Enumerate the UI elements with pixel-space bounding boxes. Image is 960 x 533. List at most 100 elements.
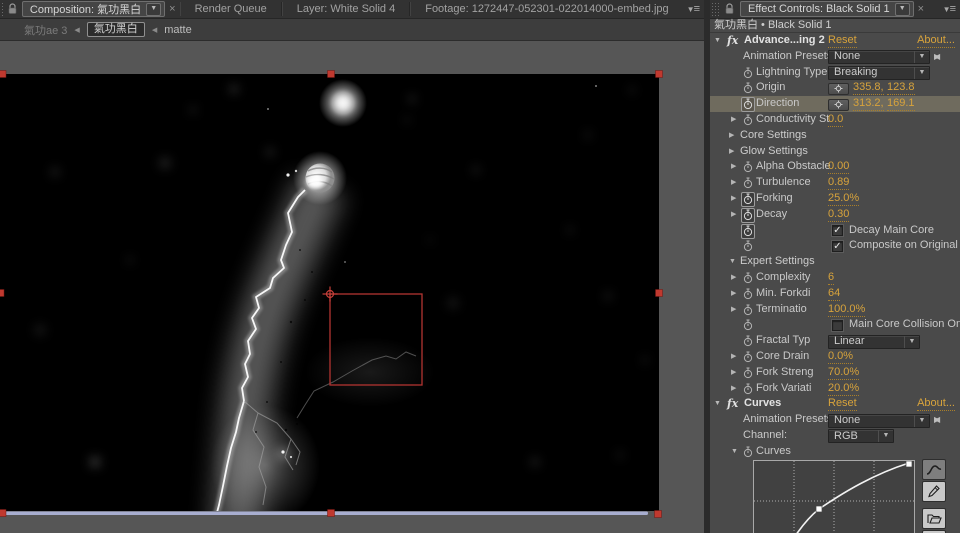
comp-breadcrumb: 氣功ae 3 ◀ 氣功黑白 ◀ matte xyxy=(0,19,704,41)
curve-control-point[interactable] xyxy=(816,506,822,512)
property-label: Turbulence xyxy=(756,175,811,191)
tab-dropdown-icon[interactable]: ▼ xyxy=(146,3,161,16)
expand-icon[interactable]: ▶ xyxy=(731,159,736,175)
property-value[interactable]: 0.0 xyxy=(828,113,843,127)
curves-editor xyxy=(710,459,960,533)
tab-close-icon[interactable]: × xyxy=(169,2,175,16)
tab-dropdown-icon[interactable]: ▼ xyxy=(895,3,910,16)
origin-x-value[interactable]: 335.8, xyxy=(853,81,884,95)
lightning-ball xyxy=(293,151,347,205)
curve-end-point[interactable] xyxy=(906,461,912,467)
dropdown-arrow-icon: ▼ xyxy=(914,51,929,63)
lock-icon[interactable] xyxy=(722,2,736,16)
effect-point-button[interactable] xyxy=(828,99,849,111)
expand-icon[interactable]: ▶ xyxy=(729,144,734,160)
lock-icon[interactable] xyxy=(7,2,18,16)
collapse-icon[interactable]: ▼ xyxy=(731,444,738,460)
tab-effect-controls[interactable]: Effect Controls: Black Solid 1 ▼ xyxy=(740,1,914,17)
property-value[interactable]: 0.30 xyxy=(828,208,849,222)
channel-label: Channel: xyxy=(743,428,787,444)
effect-point-button[interactable] xyxy=(828,83,849,95)
effect-name[interactable]: Advance...ing 2 xyxy=(744,33,825,49)
effect-name[interactable]: Curves xyxy=(744,396,781,412)
animation-presets-dropdown[interactable]: None▼ xyxy=(828,414,930,428)
group-core-settings[interactable]: ▶ Core Settings xyxy=(710,128,960,144)
origin-y-value[interactable]: 123.8 xyxy=(887,81,915,95)
channel-dropdown[interactable]: RGB▼ xyxy=(828,429,894,443)
panel-menu-icon[interactable]: ▼≡ xyxy=(939,3,960,15)
direction-x-value[interactable]: 313.2, xyxy=(853,97,884,111)
row-forking: ▶ Forking 25.0% xyxy=(710,191,960,207)
effect-header-curves[interactable]: ▼ fx Curves Reset About... xyxy=(710,396,960,412)
fx-tabbar: Effect Controls: Black Solid 1 ▼ × ▼≡ xyxy=(710,0,960,19)
property-value[interactable]: 6 xyxy=(828,271,834,285)
expand-icon[interactable]: ▶ xyxy=(731,207,736,223)
breadcrumb-current-comp[interactable]: 氣功黑白 xyxy=(87,22,145,37)
animation-presets-dropdown[interactable]: None▼ xyxy=(828,50,930,64)
row-decay: ▶ Decay 0.30 xyxy=(710,207,960,223)
expand-icon[interactable]: ▶ xyxy=(731,349,736,365)
reset-link[interactable]: Reset xyxy=(828,397,857,411)
tab-composition[interactable]: Composition: 氣功黑白 ▼ xyxy=(22,1,165,17)
property-value[interactable]: 20.0% xyxy=(828,382,859,396)
fractal-type-dropdown[interactable]: Linear▼ xyxy=(828,335,920,349)
panel-grip[interactable] xyxy=(1,2,4,18)
property-value[interactable]: 100.0% xyxy=(828,303,865,317)
group-glow-settings[interactable]: ▶ Glow Settings xyxy=(710,144,960,160)
collapse-icon[interactable]: ▼ xyxy=(714,396,721,412)
expand-icon[interactable]: ▶ xyxy=(731,286,736,302)
expand-icon[interactable]: ▶ xyxy=(731,365,736,381)
stopwatch-icon-enabled[interactable] xyxy=(741,97,755,112)
row-fork-strength: ▶ Fork Streng 70.0% xyxy=(710,365,960,381)
reset-link[interactable]: Reset xyxy=(828,34,857,48)
expand-icon[interactable]: ▶ xyxy=(731,381,736,397)
about-link[interactable]: About... xyxy=(917,397,955,411)
curve-graph[interactable] xyxy=(753,460,915,533)
row-curves-property: ▼ Curves xyxy=(710,444,960,460)
composition-viewer[interactable] xyxy=(0,41,704,533)
direction-y-value[interactable]: 169.1 xyxy=(887,97,915,111)
collapse-icon[interactable]: ▼ xyxy=(729,254,736,270)
property-value[interactable]: 0.00 xyxy=(828,160,849,174)
group-expert-settings[interactable]: ▼ Expert Settings xyxy=(710,254,960,270)
viewer-menu-icon[interactable]: ▼≡ xyxy=(683,3,704,15)
stopwatch-icon-enabled[interactable] xyxy=(741,224,755,239)
open-curve-file-button[interactable] xyxy=(922,508,946,529)
property-value[interactable]: 0.89 xyxy=(828,176,849,190)
breadcrumb-child-layer[interactable]: matte xyxy=(164,24,192,36)
stopwatch-icon-enabled[interactable] xyxy=(741,208,755,223)
expand-icon[interactable]: ▶ xyxy=(731,302,736,318)
collapse-icon[interactable]: ▼ xyxy=(714,33,721,49)
row-direction[interactable]: Direction 313.2, 169.1 xyxy=(710,96,960,112)
expand-icon[interactable]: ▶ xyxy=(731,270,736,286)
panel-grip[interactable] xyxy=(711,2,719,18)
property-value[interactable]: 64 xyxy=(828,287,840,301)
curve-pencil-tool-button[interactable] xyxy=(922,481,946,502)
group-label: Core Settings xyxy=(740,128,807,144)
checkbox-composite-on-original[interactable]: ✓ xyxy=(832,241,843,252)
checkbox-decay-main-core[interactable]: ✓ xyxy=(832,225,843,236)
stopwatch-icon-enabled[interactable] xyxy=(741,192,755,207)
expand-icon[interactable]: ▶ xyxy=(731,112,736,128)
checkbox-main-core-collision[interactable]: ✓ xyxy=(832,320,843,331)
property-label: Curves xyxy=(756,444,791,460)
effect-header-advanced-lightning[interactable]: ▼ fx Advance...ing 2 Reset About... xyxy=(710,33,960,49)
tab-layer[interactable]: Layer: White Solid 4 xyxy=(282,2,410,16)
curve-smooth-tool-button[interactable] xyxy=(922,459,946,480)
property-value[interactable]: 70.0% xyxy=(828,366,859,380)
tab-close-icon[interactable]: × xyxy=(918,2,924,16)
property-label: Direction xyxy=(756,96,799,112)
expand-icon[interactable]: ▶ xyxy=(729,128,734,144)
expand-icon[interactable]: ▶ xyxy=(731,191,736,207)
property-value[interactable]: 25.0% xyxy=(828,192,859,206)
dropdown-arrow-icon: ▼ xyxy=(904,336,919,348)
expand-icon[interactable]: ▶ xyxy=(731,175,736,191)
tab-render-queue[interactable]: Render Queue xyxy=(180,2,282,16)
breadcrumb-parent-comp[interactable]: 氣功ae 3 xyxy=(24,22,67,38)
property-label: Fractal Typ xyxy=(756,333,810,349)
property-value[interactable]: 0.0% xyxy=(828,350,853,364)
tab-footage[interactable]: Footage: 1272447-052301-022014000-embed.… xyxy=(410,2,682,16)
viewer-scrollbar[interactable] xyxy=(4,512,648,516)
about-link[interactable]: About... xyxy=(917,34,955,48)
lightning-type-dropdown[interactable]: Breaking▼ xyxy=(828,66,930,80)
